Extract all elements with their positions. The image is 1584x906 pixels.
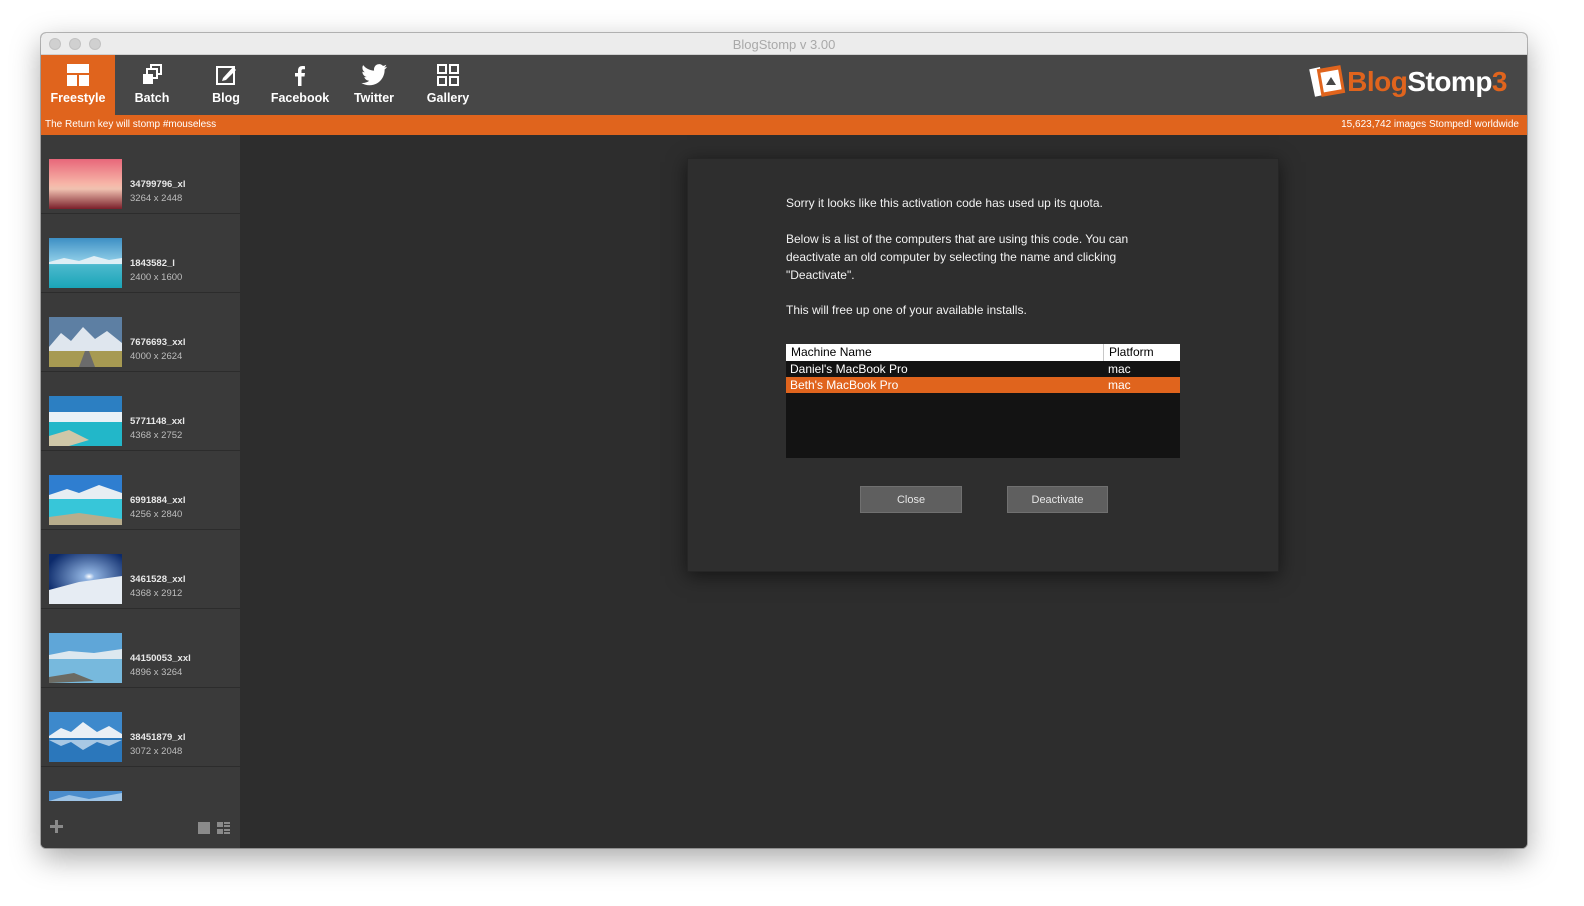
image-name: 34799796_xl xyxy=(130,179,186,190)
table-header: Machine Name Platform xyxy=(786,344,1180,361)
stomp-counter: 15,623,742 images Stomped! worldwide xyxy=(1341,119,1519,130)
stomp-canvas: Sorry it looks like this activation code… xyxy=(240,135,1527,848)
image-dimensions: 2400 x 1600 xyxy=(130,272,183,283)
single-view-icon[interactable] xyxy=(198,822,210,834)
image-thumbnail xyxy=(49,317,122,367)
image-list-item[interactable]: 38451879_xl 3072 x 2048 xyxy=(41,688,240,767)
machines-table: Machine Name Platform Daniel's MacBook P… xyxy=(786,344,1180,458)
image-list-item[interactable]: 7676693_xxl 4000 x 2624 xyxy=(41,293,240,372)
image-list-item[interactable]: 3461528_xxl 4368 x 2912 xyxy=(41,530,240,609)
app-window: BlogStomp v 3.00 Freestyle Batch Blog Fa… xyxy=(41,33,1527,848)
image-thumbnail xyxy=(49,633,122,683)
tab-twitter[interactable]: Twitter xyxy=(337,55,411,115)
free-install-message: This will free up one of your available … xyxy=(786,303,1027,317)
image-name: 5771148_xxl xyxy=(130,416,185,427)
machine-name-cell: Beth's MacBook Pro xyxy=(790,378,899,392)
image-dimensions: 4896 x 3264 xyxy=(130,667,183,678)
image-thumbnail xyxy=(49,159,122,209)
facebook-icon xyxy=(263,63,337,87)
table-row[interactable]: Daniel's MacBook Pro mac xyxy=(786,361,1180,377)
tab-freestyle[interactable]: Freestyle xyxy=(41,55,115,115)
logo-text: BlogStomp3 xyxy=(1347,66,1507,97)
tab-blog[interactable]: Blog xyxy=(189,55,263,115)
image-thumbnail xyxy=(49,238,122,288)
platform-cell: mac xyxy=(1108,362,1131,376)
batch-stack-icon xyxy=(115,63,189,87)
image-list-item[interactable]: 5771148_xxl 4368 x 2752 xyxy=(41,372,240,451)
tab-blog-label: Blog xyxy=(212,91,240,105)
tab-gallery[interactable]: Gallery xyxy=(411,55,485,115)
image-dimensions: 4368 x 2912 xyxy=(130,588,183,599)
image-list-item[interactable]: 6991884_xxl 4256 x 2840 xyxy=(41,451,240,530)
machine-name-header[interactable]: Machine Name xyxy=(791,345,872,359)
sidebar-footer xyxy=(41,806,240,848)
image-name: 44150053_xxl xyxy=(130,653,191,664)
image-list-item[interactable]: 34799796_xl 3264 x 2448 xyxy=(41,135,240,214)
instructions-line-3: "Deactivate". xyxy=(786,268,855,282)
tab-facebook[interactable]: Facebook xyxy=(263,55,337,115)
image-thumbnail xyxy=(49,554,122,604)
image-sidebar: 34799796_xl 3264 x 2448 1843582_l 2400 x… xyxy=(41,135,240,848)
close-button[interactable]: Close xyxy=(860,486,962,513)
instructions-line-1: Below is a list of the computers that ar… xyxy=(786,232,1129,246)
image-name: 6991884_xxl xyxy=(130,495,186,506)
title-bar: BlogStomp v 3.00 xyxy=(41,33,1527,55)
tab-batch[interactable]: Batch xyxy=(115,55,189,115)
table-row-selected[interactable]: Beth's MacBook Pro mac xyxy=(786,377,1180,393)
window-title: BlogStomp v 3.00 xyxy=(732,37,836,52)
image-thumbnail xyxy=(49,712,122,762)
image-dimensions: 3264 x 2448 xyxy=(130,193,183,204)
tab-twitter-label: Twitter xyxy=(353,91,395,105)
image-name: 1843582_l xyxy=(130,258,175,269)
platform-cell: mac xyxy=(1108,378,1131,392)
image-name: 3461528_xxl xyxy=(130,574,186,585)
image-dimensions: 4368 x 2752 xyxy=(130,430,183,441)
image-dimensions: 4256 x 2840 xyxy=(130,509,183,520)
image-thumbnail xyxy=(49,791,122,801)
machine-name-cell: Daniel's MacBook Pro xyxy=(790,362,908,376)
image-thumbnail xyxy=(49,396,122,446)
image-dimensions: 3072 x 2048 xyxy=(130,746,183,757)
blogstomp-logo: BlogStomp3 xyxy=(1309,65,1508,99)
image-thumbnail xyxy=(49,475,122,525)
twitter-bird-icon xyxy=(337,63,411,87)
image-list-item[interactable]: 1843582_l 2400 x 1600 xyxy=(41,214,240,293)
image-name: 38451879_xl xyxy=(130,732,186,743)
platform-header[interactable]: Platform xyxy=(1109,345,1154,359)
tab-gallery-label: Gallery xyxy=(426,91,470,105)
plus-icon[interactable] xyxy=(50,820,63,833)
deactivate-button[interactable]: Deactivate xyxy=(1007,486,1108,513)
blogstomp-logo-icon xyxy=(1309,65,1346,97)
instructions-line-2: deactivate an old computer by selecting … xyxy=(786,250,1117,264)
tab-freestyle-label: Freestyle xyxy=(50,91,106,105)
image-list-item[interactable]: 44150053_xxl 4896 x 3264 xyxy=(41,609,240,688)
blog-edit-icon xyxy=(189,63,263,87)
image-name: 7676693_xxl xyxy=(130,337,186,348)
freestyle-layout-icon xyxy=(41,63,115,87)
info-strip: The Return key will stomp #mouseless 15,… xyxy=(41,115,1527,135)
toolbar: Freestyle Batch Blog Facebook Twitter Ga… xyxy=(41,55,1527,115)
shortcut-hint: The Return key will stomp #mouseless xyxy=(45,119,217,130)
activation-dialog: Sorry it looks like this activation code… xyxy=(687,158,1279,572)
list-view-icon[interactable] xyxy=(217,822,230,834)
tab-facebook-label: Facebook xyxy=(270,91,330,105)
tab-batch-label: Batch xyxy=(134,91,170,105)
image-dimensions: 4000 x 2624 xyxy=(130,351,183,362)
quota-message: Sorry it looks like this activation code… xyxy=(786,196,1103,210)
gallery-grid-icon xyxy=(411,63,485,87)
